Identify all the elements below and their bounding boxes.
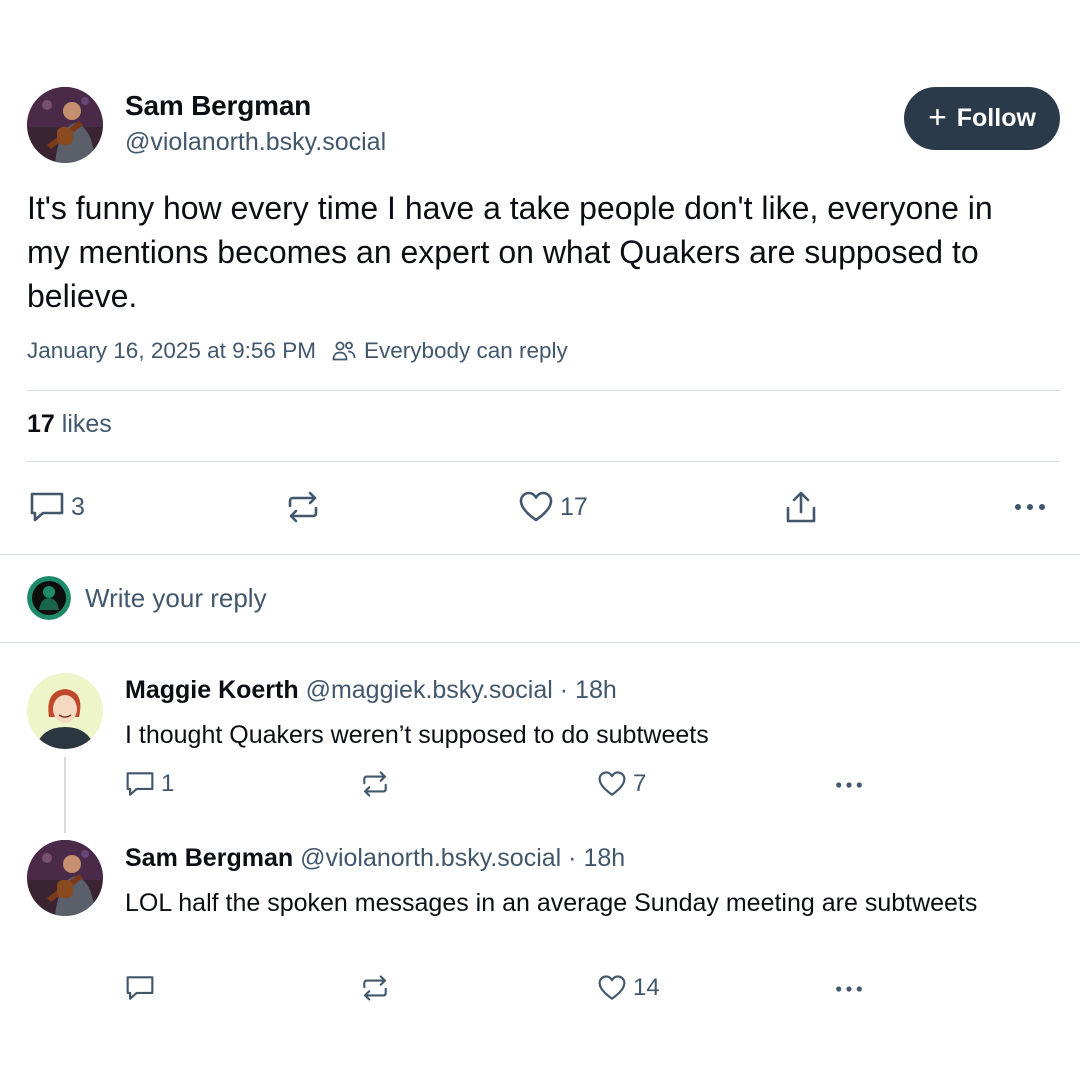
reply-button[interactable]: 3	[29, 490, 85, 524]
author-name[interactable]: Sam Bergman	[125, 90, 311, 122]
reply-author-name[interactable]: Sam Bergman	[125, 844, 293, 872]
likes-label: likes	[61, 410, 112, 438]
heart-icon	[518, 490, 554, 524]
post-meta: January 16, 2025 at 9:56 PM Everybody ca…	[27, 338, 568, 364]
more-icon	[833, 773, 865, 797]
heart-icon	[597, 770, 627, 798]
follow-button[interactable]: + Follow	[904, 87, 1060, 150]
reply-header: Sam Bergman @violanorth.bsky.social · 18…	[125, 844, 625, 873]
reply-count: 3	[71, 492, 85, 521]
post-timestamp[interactable]: January 16, 2025 at 9:56 PM	[27, 338, 316, 364]
reply-author-name[interactable]: Maggie Koerth	[125, 676, 299, 704]
reply-age[interactable]: · 18h	[560, 676, 617, 704]
share-button[interactable]	[783, 490, 819, 524]
like-button[interactable]: 17	[518, 490, 588, 524]
people-icon	[332, 340, 356, 362]
reply-author-handle[interactable]: @violanorth.bsky.social	[300, 844, 561, 872]
repost-icon	[285, 490, 321, 524]
author-handle[interactable]: @violanorth.bsky.social	[125, 128, 386, 157]
divider	[27, 461, 1060, 462]
more-icon	[1012, 493, 1048, 521]
reply-icon	[125, 770, 155, 798]
repost-icon	[360, 770, 390, 798]
reply-avatar[interactable]	[27, 840, 103, 916]
more-icon	[833, 977, 865, 1001]
repost-button[interactable]	[285, 490, 321, 524]
current-user-avatar	[27, 576, 71, 620]
follow-label: Follow	[956, 104, 1036, 132]
reply-icon	[29, 490, 65, 524]
reply-icon	[125, 974, 155, 1002]
reply-reply-button[interactable]: 1	[125, 770, 174, 798]
reply-text: I thought Quakers weren’t supposed to do…	[125, 721, 709, 749]
plus-icon: +	[928, 99, 947, 135]
reply-count: 1	[161, 770, 175, 797]
reply-reply-button[interactable]	[125, 974, 161, 1002]
reply-setting: Everybody can reply	[363, 338, 568, 363]
like-count: 17	[560, 492, 588, 521]
author-avatar[interactable]	[27, 87, 103, 163]
reply-header: Maggie Koerth @maggiek.bsky.social · 18h	[125, 676, 617, 705]
reply-more-button[interactable]	[833, 773, 865, 797]
heart-icon	[597, 974, 627, 1002]
divider	[27, 390, 1060, 391]
reply-repost-button[interactable]	[360, 974, 390, 1002]
divider	[0, 554, 1080, 555]
post-text: It's funny how every time I have a take …	[27, 190, 993, 314]
likes-summary[interactable]: 17 likes	[27, 410, 112, 439]
reply-text: LOL half the spoken messages in an avera…	[125, 889, 978, 917]
reply-more-button[interactable]	[833, 977, 865, 1001]
reply-input[interactable]: Write your reply	[85, 583, 267, 614]
repost-icon	[360, 974, 390, 1002]
reply-avatar[interactable]	[27, 673, 103, 749]
reply-age[interactable]: · 18h	[568, 844, 625, 872]
more-button[interactable]	[1012, 493, 1048, 521]
reply-like-button[interactable]: 7	[597, 770, 646, 798]
share-icon	[783, 490, 819, 524]
reply-composer[interactable]: Write your reply	[27, 576, 267, 620]
divider	[0, 642, 1080, 643]
like-count: 7	[633, 770, 647, 797]
likes-count: 17	[27, 410, 55, 438]
reply-repost-button[interactable]	[360, 770, 390, 798]
reply-like-button[interactable]: 14	[597, 974, 660, 1002]
thread-line	[64, 757, 66, 833]
reply-author-handle[interactable]: @maggiek.bsky.social	[306, 676, 553, 704]
like-count: 14	[633, 974, 660, 1001]
